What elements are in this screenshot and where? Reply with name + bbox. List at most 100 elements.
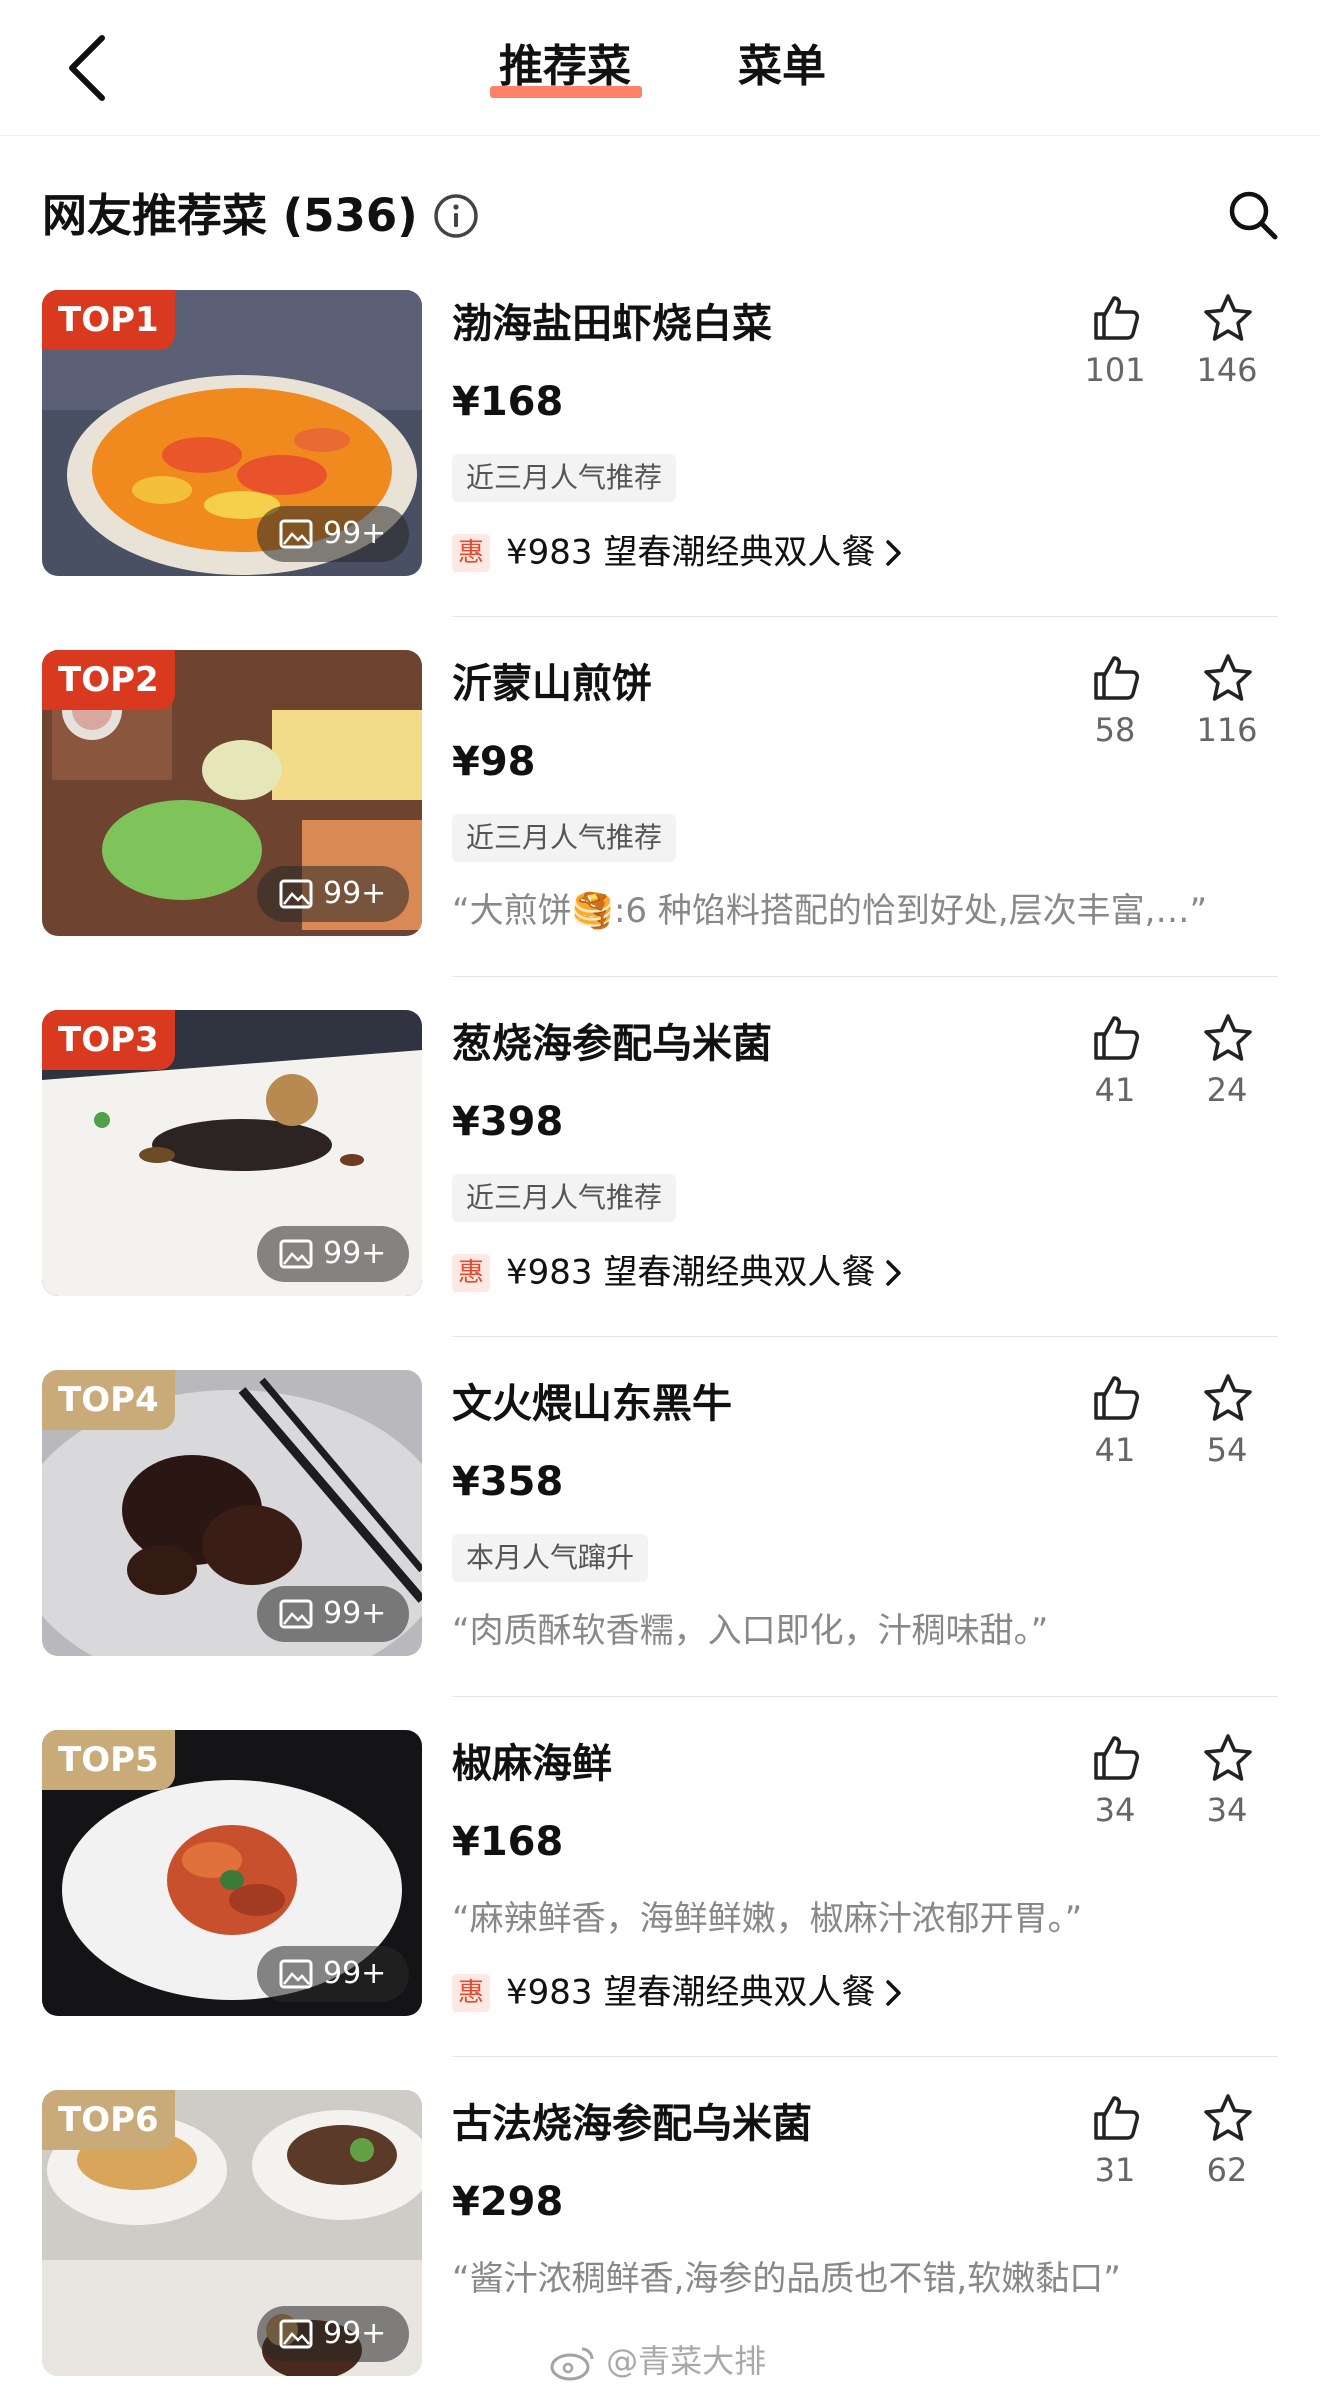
dish-price: ¥398 (452, 1099, 564, 1145)
weibo-logo-icon (550, 2347, 594, 2381)
rank-badge: TOP5 (42, 1730, 175, 1790)
favorite-button[interactable]: 116 (1192, 652, 1262, 772)
dish-price: ¥168 (452, 1819, 564, 1865)
like-count: 31 (1094, 2151, 1136, 2189)
deal-link[interactable]: 惠 ¥983 望春潮经典双人餐 (452, 1246, 905, 1296)
item-divider (452, 1696, 1278, 1697)
thumbs-up-icon (1094, 1016, 1139, 1060)
dish-name[interactable]: 文火煨山东黑牛 (452, 1376, 732, 1432)
favorite-count: 34 (1206, 1791, 1248, 1829)
chevron-right-icon (886, 1259, 902, 1286)
like-count: 58 (1094, 711, 1136, 749)
favorite-count: 116 (1196, 711, 1258, 749)
dish-name[interactable]: 古法烧海参配乌米菌 (452, 2096, 812, 2152)
photo-count-badge[interactable]: 99+ (257, 1946, 409, 2002)
rank-badge: TOP6 (42, 2090, 175, 2150)
like-button[interactable]: 101 (1080, 292, 1150, 412)
item-divider (452, 976, 1278, 977)
dish-price: ¥168 (452, 379, 564, 425)
favorite-button[interactable]: 54 (1192, 1372, 1262, 1492)
review-quote: “大煎饼🥞:6 种馅料搭配的恰到好处,层次丰富,…” (452, 891, 1208, 931)
photo-count-badge[interactable]: 99+ (257, 866, 409, 922)
item-divider (452, 616, 1278, 617)
dish-price: ¥298 (452, 2179, 564, 2225)
favorite-button[interactable]: 24 (1192, 1012, 1262, 1132)
dish-item[interactable]: TOP1 99+ 渤海盐田虾烧白菜 ¥168 近三月人气推荐 惠 ¥983 望春潮… (0, 290, 1320, 650)
image-icon (279, 1599, 313, 1629)
image-icon (279, 2319, 313, 2349)
favorite-count: 24 (1206, 1071, 1248, 1109)
deal-badge: 惠 (452, 1253, 490, 1292)
deal-link[interactable]: 惠 ¥983 望春潮经典双人餐 (452, 1966, 905, 2016)
favorite-count: 54 (1206, 1431, 1248, 1469)
photo-count-badge[interactable]: 99+ (257, 2306, 409, 2362)
favorite-count: 62 (1206, 2151, 1248, 2189)
dish-photo[interactable]: TOP1 99+ (42, 290, 422, 576)
like-count: 41 (1094, 1071, 1136, 1109)
thumbs-up-icon (1094, 1736, 1139, 1780)
star-icon (1204, 654, 1252, 701)
section-title: 网友推荐菜 (536) (42, 189, 418, 242)
dish-photo[interactable]: TOP3 99+ (42, 1010, 422, 1296)
review-quote: “酱汁浓稠鲜香,海参的品质也不错,软嫩黏口” (452, 2259, 1121, 2299)
dish-item[interactable]: TOP5 99+ 椒麻海鲜 ¥168 “麻辣鲜香，海鲜鲜嫩，椒麻汁浓郁开胃。” … (0, 1730, 1320, 2090)
dish-photo[interactable]: TOP4 99+ (42, 1370, 422, 1656)
like-button[interactable]: 31 (1080, 2092, 1150, 2212)
photo-count-badge[interactable]: 99+ (257, 506, 409, 562)
dish-name[interactable]: 渤海盐田虾烧白菜 (452, 296, 772, 352)
like-button[interactable]: 34 (1080, 1732, 1150, 1852)
star-icon (1204, 1374, 1252, 1421)
watermark: @青菜大排 (548, 2336, 766, 2386)
dish-name[interactable]: 葱烧海参配乌米菌 (452, 1016, 772, 1072)
dish-name[interactable]: 椒麻海鲜 (452, 1736, 612, 1792)
image-icon (279, 1239, 313, 1269)
favorite-count: 146 (1196, 351, 1258, 389)
chevron-left-icon (69, 35, 105, 101)
review-quote: “肉质酥软香糯，入口即化，汁稠味甜。” (452, 1611, 1049, 1651)
tab-recommended[interactable]: 推荐菜 (490, 32, 640, 102)
dish-price: ¥98 (452, 739, 536, 785)
tab-menu[interactable]: 菜单 (732, 32, 832, 102)
deal-link[interactable]: 惠 ¥983 望春潮经典双人餐 (452, 526, 905, 576)
dish-item[interactable]: TOP3 99+ 葱烧海参配乌米菌 ¥398 近三月人气推荐 惠 ¥983 望春潮… (0, 1010, 1320, 1370)
popularity-tag: 近三月人气推荐 (452, 454, 677, 502)
info-icon[interactable] (432, 192, 480, 240)
dish-photo[interactable]: TOP2 99+ (42, 650, 422, 936)
like-count: 101 (1084, 351, 1146, 389)
like-button[interactable]: 58 (1080, 652, 1150, 772)
item-divider (452, 2056, 1278, 2057)
image-icon (279, 879, 313, 909)
back-button[interactable] (58, 28, 118, 108)
star-icon (1204, 1014, 1252, 1061)
thumbs-up-icon (1094, 656, 1139, 700)
like-button[interactable]: 41 (1080, 1372, 1150, 1492)
thumbs-up-icon (1094, 1376, 1139, 1420)
rank-badge: TOP2 (42, 650, 175, 710)
photo-count-badge[interactable]: 99+ (257, 1226, 409, 1282)
dish-photo[interactable]: TOP5 99+ (42, 1730, 422, 2016)
dish-item[interactable]: TOP2 99+ 沂蒙山煎饼 ¥98 近三月人气推荐 “大煎饼🥞:6 种馅料搭配… (0, 650, 1320, 1010)
deal-badge: 惠 (452, 533, 490, 572)
top-nav-bar: 推荐菜 菜单 (0, 0, 1320, 136)
image-icon (279, 519, 313, 549)
dish-item[interactable]: TOP4 99+ 文火煨山东黑牛 ¥358 本月人气蹿升 “肉质酥软香糯，入口即… (0, 1370, 1320, 1730)
dish-price: ¥358 (452, 1459, 564, 1505)
review-quote: “麻辣鲜香，海鲜鲜嫩，椒麻汁浓郁开胃。” (452, 1899, 1083, 1939)
popularity-tag: 近三月人气推荐 (452, 1174, 677, 1222)
dish-photo[interactable]: TOP6 99+ (42, 2090, 422, 2376)
like-button[interactable]: 41 (1080, 1012, 1150, 1132)
chevron-right-icon (886, 1979, 902, 2006)
dish-name[interactable]: 沂蒙山煎饼 (452, 656, 652, 712)
deal-badge: 惠 (452, 1973, 490, 2012)
like-count: 34 (1094, 1791, 1136, 1829)
search-icon[interactable] (1226, 188, 1280, 242)
star-icon (1204, 1734, 1252, 1781)
favorite-button[interactable]: 62 (1192, 2092, 1262, 2212)
chevron-right-icon (886, 539, 902, 566)
thumbs-up-icon (1094, 2096, 1139, 2140)
favorite-button[interactable]: 34 (1192, 1732, 1262, 1852)
rank-badge: TOP3 (42, 1010, 175, 1070)
popularity-tag: 本月人气蹿升 (452, 1534, 649, 1582)
photo-count-badge[interactable]: 99+ (257, 1586, 409, 1642)
favorite-button[interactable]: 146 (1192, 292, 1262, 412)
